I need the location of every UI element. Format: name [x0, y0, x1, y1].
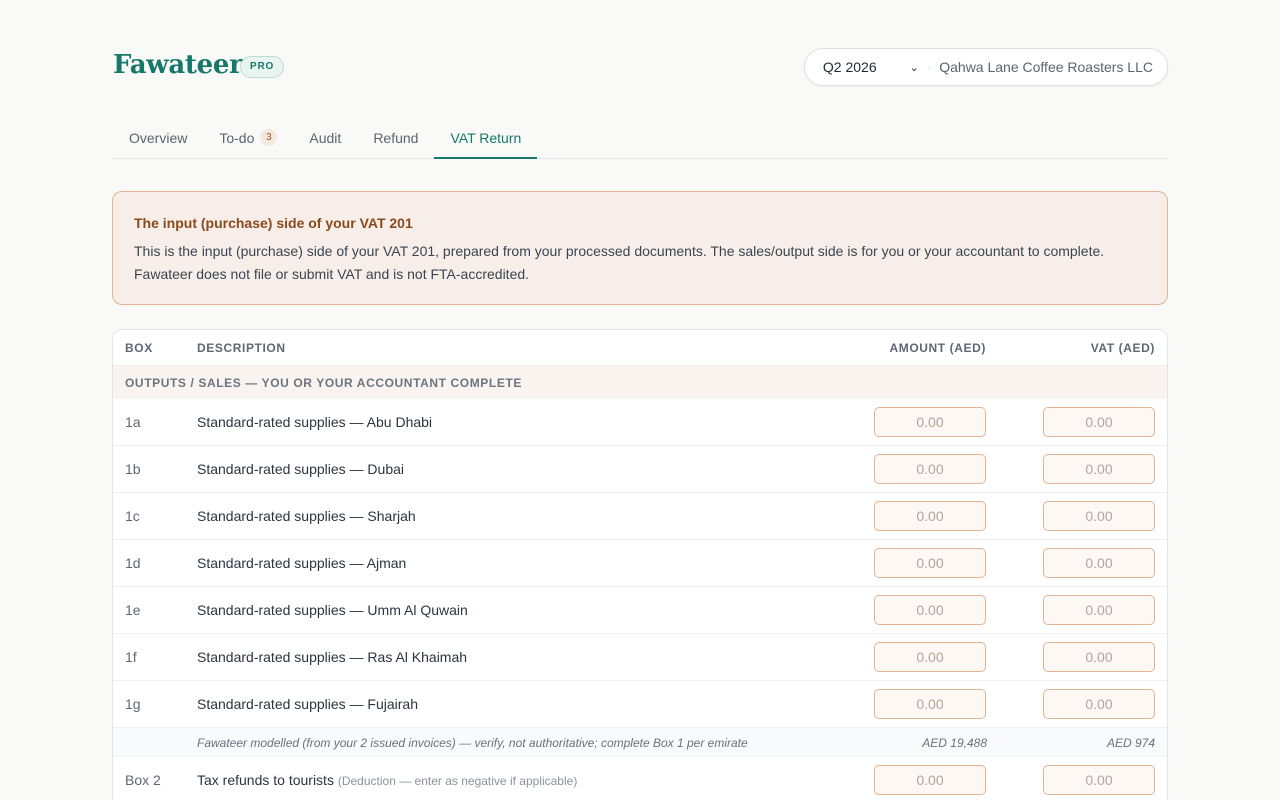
tab-vat-return[interactable]: VAT Return — [434, 117, 538, 159]
table-row: 1e Standard-rated supplies — Umm Al Quwa… — [113, 587, 1167, 634]
box-code: 1f — [125, 649, 137, 665]
section-title: OUTPUTS / SALES — YOU OR YOUR ACCOUNTANT… — [125, 376, 522, 390]
box2-description: Tax refunds to tourists — [197, 772, 334, 788]
tab-label: VAT Return — [450, 129, 522, 146]
amount-input[interactable]: 0.00 — [874, 689, 986, 719]
box-code: 1d — [125, 555, 141, 571]
box-code: 1e — [125, 602, 141, 618]
todo-count-badge: 3 — [260, 129, 278, 146]
row-description: Tax refunds to tourists (Deduction — ent… — [197, 772, 577, 788]
vat-input[interactable]: 0.00 — [1043, 501, 1155, 531]
tab-label: Overview — [129, 129, 188, 146]
row-description: Standard-rated supplies — Ajman — [197, 555, 407, 571]
section-header-outputs: OUTPUTS / SALES — YOU OR YOUR ACCOUNTANT… — [113, 366, 1167, 399]
table-row: 1d Standard-rated supplies — Ajman 0.00 … — [113, 540, 1167, 587]
tab-label: Audit — [309, 129, 342, 146]
vat-input[interactable]: 0.00 — [1043, 407, 1155, 437]
chevron-down-icon: ⌄ — [909, 61, 919, 74]
row-description: Standard-rated supplies — Abu Dhabi — [197, 414, 433, 430]
notice-title: The input (purchase) side of your VAT 20… — [134, 215, 413, 231]
vat-table: BOX DESCRIPTION AMOUNT (AED) VAT (AED) O… — [112, 329, 1168, 800]
amount-input[interactable]: 0.00 — [874, 501, 986, 531]
tab-todo[interactable]: To-do 3 — [203, 117, 293, 158]
row-description: Standard-rated supplies — Ras Al Khaimah — [197, 649, 468, 665]
pro-badge: PRO — [240, 56, 285, 78]
modelled-vat: AED 974 — [1106, 736, 1155, 750]
amount-input[interactable]: 0.00 — [874, 595, 986, 625]
col-header-vat: VAT (AED) — [1090, 341, 1155, 355]
vat-input[interactable]: 0.00 — [1043, 765, 1155, 795]
tab-label: To-do — [219, 129, 255, 146]
row-description: Standard-rated supplies — Fujairah — [197, 696, 419, 712]
vat-input[interactable]: 0.00 — [1043, 642, 1155, 672]
table-row: 1g Standard-rated supplies — Fujairah 0.… — [113, 681, 1167, 728]
modelled-note-row: Fawateer modelled (from your 2 issued in… — [113, 728, 1167, 757]
row-description: Standard-rated supplies — Dubai — [197, 461, 405, 477]
amount-input[interactable]: 0.00 — [874, 454, 986, 484]
period-select[interactable]: Q2 2026 ⌄ — [823, 59, 919, 75]
brand-logo[interactable]: Fawateer — [113, 50, 243, 80]
info-notice: The input (purchase) side of your VAT 20… — [112, 191, 1168, 305]
box-code: Box 2 — [125, 772, 161, 788]
col-header-amount: AMOUNT (AED) — [889, 341, 986, 355]
separator-dot: · — [927, 61, 932, 73]
box-code: 1c — [125, 508, 140, 524]
row-description: Standard-rated supplies — Sharjah — [197, 508, 416, 524]
box2-hint: (Deduction — enter as negative if applic… — [337, 774, 578, 788]
amount-input[interactable]: 0.00 — [874, 548, 986, 578]
tab-refund[interactable]: Refund — [357, 117, 434, 158]
tab-label: Refund — [373, 129, 419, 146]
table-row: 1a Standard-rated supplies — Abu Dhabi 0… — [113, 399, 1167, 446]
company-name: Qahwa Lane Coffee Roasters LLC — [939, 59, 1153, 75]
table-header: BOX DESCRIPTION AMOUNT (AED) VAT (AED) — [113, 330, 1167, 366]
table-row: 1c Standard-rated supplies — Sharjah 0.0… — [113, 493, 1167, 540]
period-company-selector: Q2 2026 ⌄ · Qahwa Lane Coffee Roasters L… — [803, 48, 1168, 86]
vat-input[interactable]: 0.00 — [1043, 689, 1155, 719]
tab-audit[interactable]: Audit — [293, 117, 357, 158]
col-header-description: DESCRIPTION — [197, 341, 286, 355]
notice-body: This is the input (purchase) side of you… — [134, 243, 1105, 282]
table-row: 1f Standard-rated supplies — Ras Al Khai… — [113, 634, 1167, 681]
tab-overview[interactable]: Overview — [113, 117, 203, 158]
period-select-value: Q2 2026 — [822, 59, 877, 75]
table-row: 1b Standard-rated supplies — Dubai 0.00 … — [113, 446, 1167, 493]
amount-input[interactable]: 0.00 — [874, 407, 986, 437]
box-code: 1g — [125, 696, 141, 712]
row-description: Standard-rated supplies — Umm Al Quwain — [197, 602, 468, 618]
header: Fawateer PRO Q2 2026 ⌄ · Qahwa Lane Coff… — [113, 48, 1168, 86]
box-code: 1b — [125, 461, 141, 477]
modelled-amount: AED 19,488 — [922, 736, 987, 750]
vat-input[interactable]: 0.00 — [1043, 548, 1155, 578]
box-code: 1a — [125, 414, 141, 430]
amount-input[interactable]: 0.00 — [874, 765, 986, 795]
tab-bar: Overview To-do 3 Audit Refund VAT Return — [113, 118, 1168, 159]
vat-input[interactable]: 0.00 — [1043, 595, 1155, 625]
vat-input[interactable]: 0.00 — [1043, 454, 1155, 484]
modelled-note: Fawateer modelled (from your 2 issued in… — [197, 736, 748, 750]
amount-input[interactable]: 0.00 — [874, 642, 986, 672]
col-header-box: BOX — [125, 341, 153, 355]
table-row-box2: Box 2 Tax refunds to tourists (Deduction… — [113, 757, 1167, 800]
